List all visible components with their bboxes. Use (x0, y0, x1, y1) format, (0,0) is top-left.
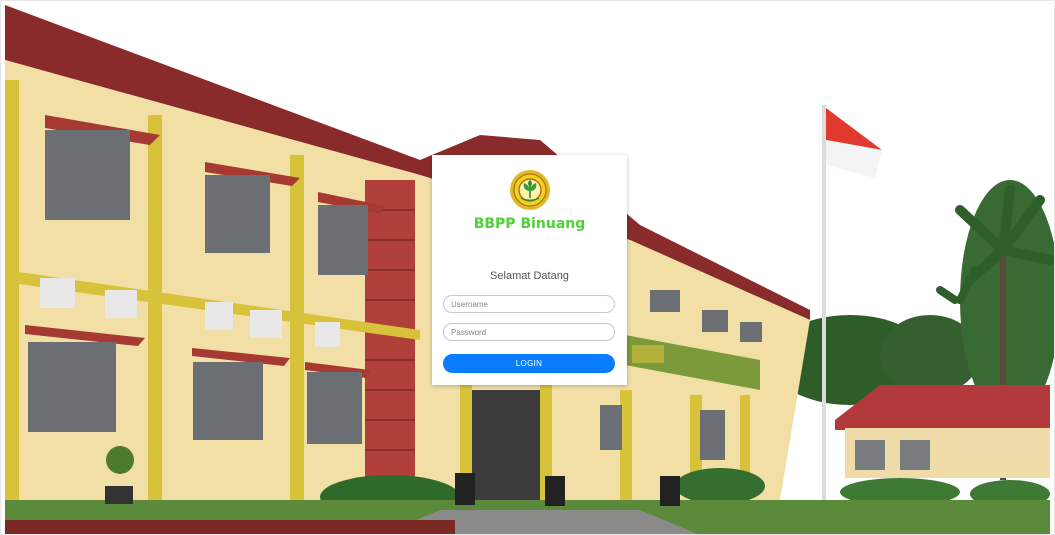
username-input[interactable] (443, 295, 615, 313)
password-input[interactable] (443, 323, 615, 341)
logo (432, 169, 627, 213)
bbpp-emblem-icon (509, 170, 550, 210)
login-card: BBPP Binuang Selamat Datang LOGIN (432, 155, 627, 385)
brand-name: BBPP Binuang (473, 216, 586, 232)
login-button[interactable]: LOGIN (443, 354, 615, 373)
welcome-text: Selamat Datang (490, 270, 569, 282)
